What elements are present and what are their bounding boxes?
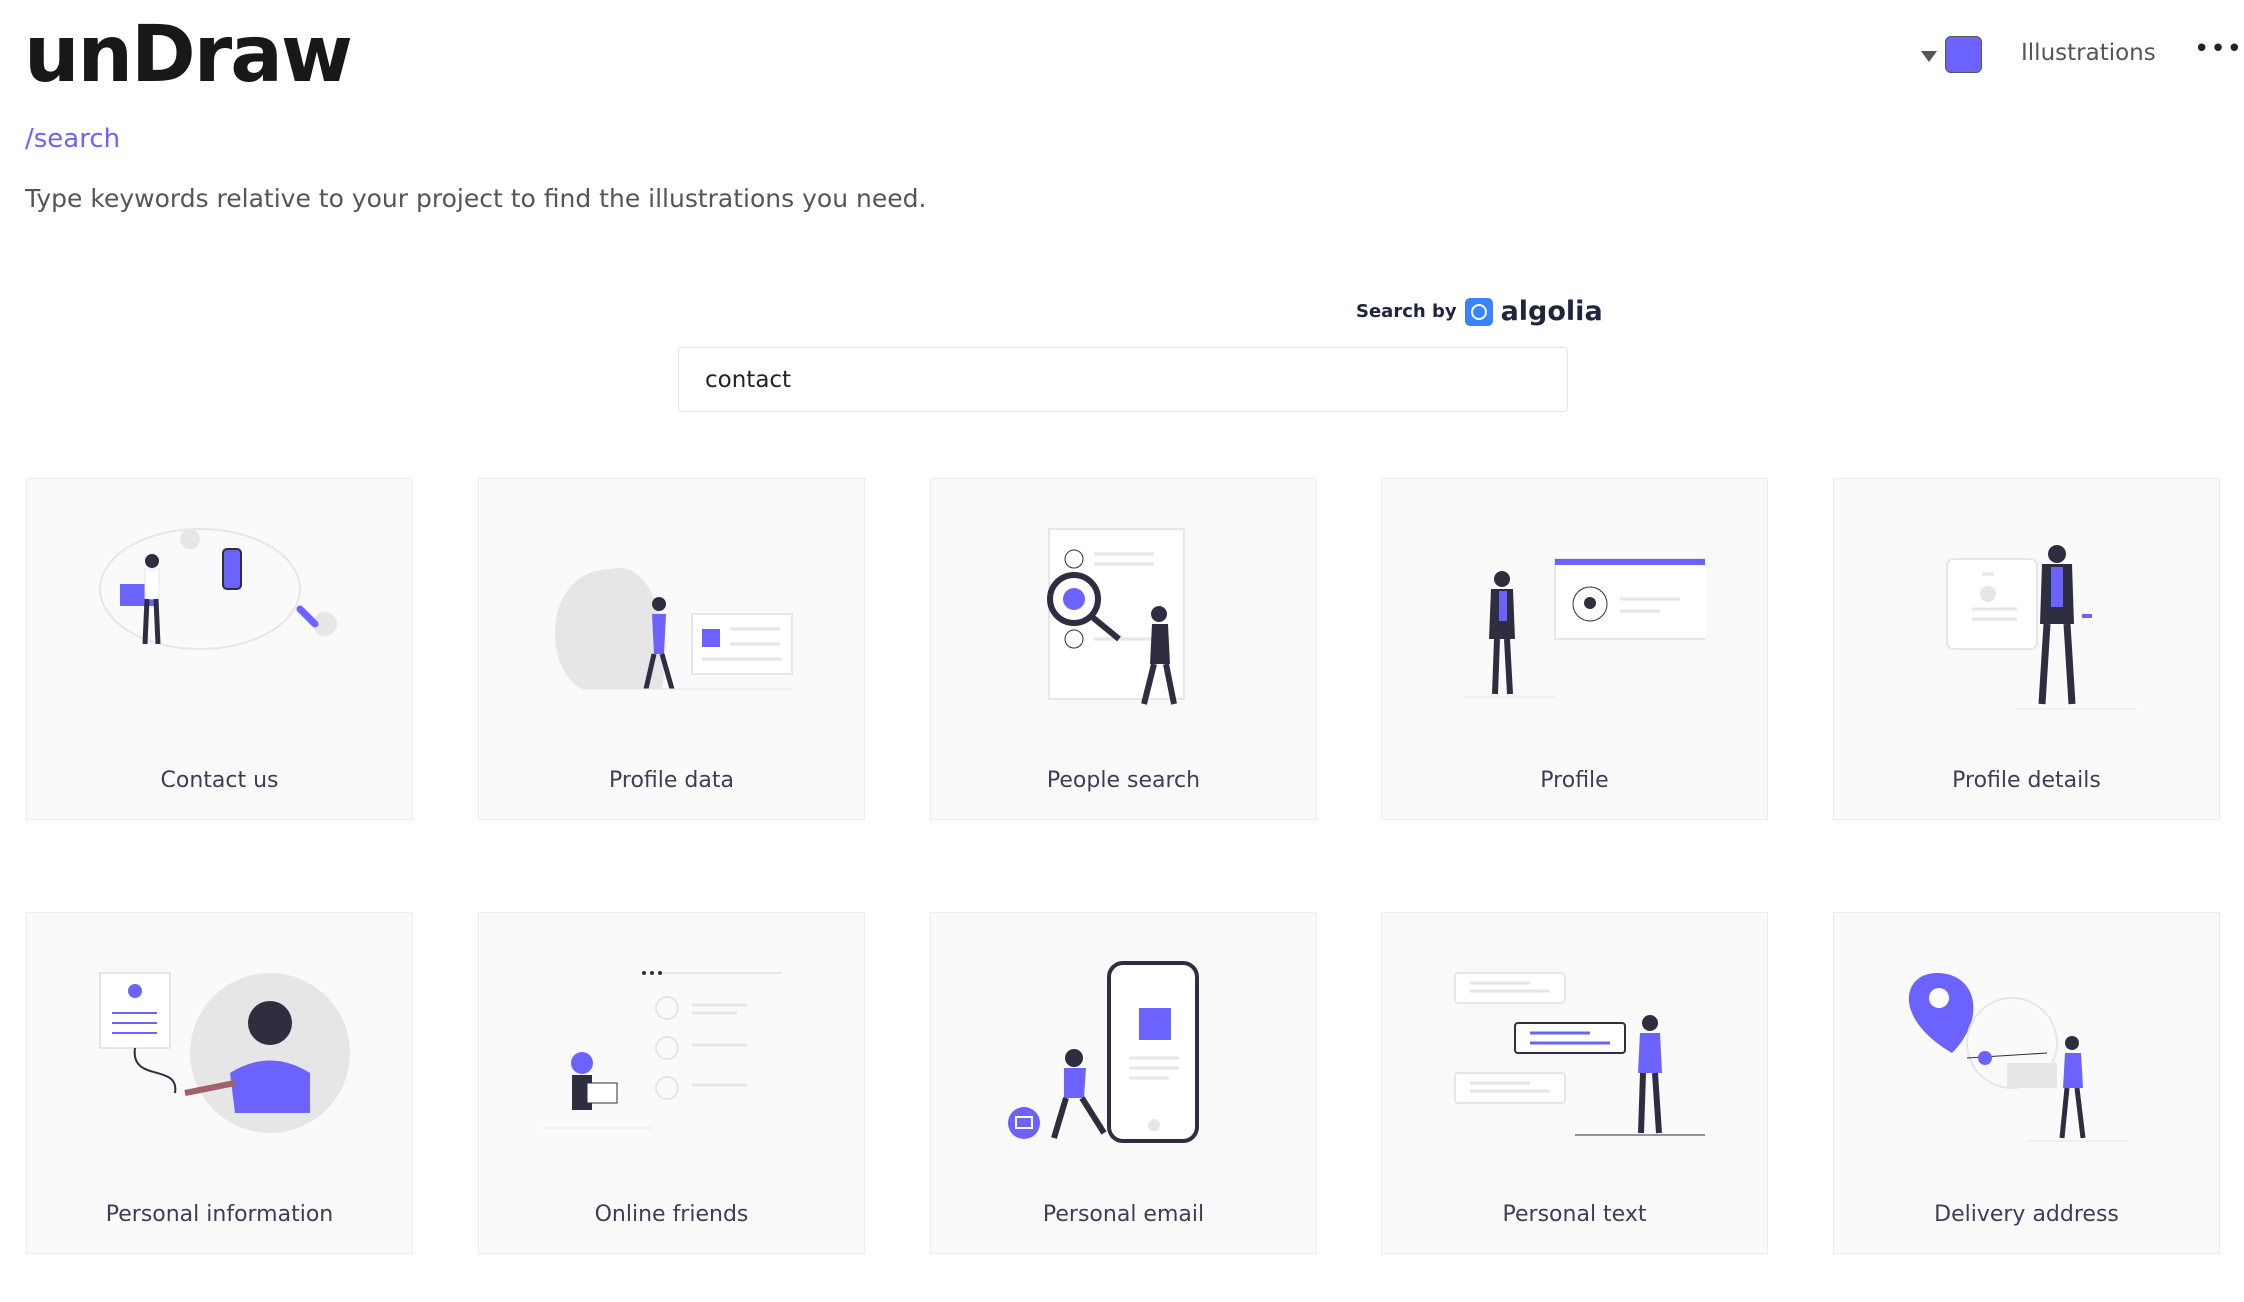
illustration-title: Delivery address xyxy=(1934,1202,2119,1227)
illustration-title: Profile data xyxy=(609,768,734,793)
illustration-card[interactable]: Delivery address xyxy=(1833,912,2220,1254)
illustration-image xyxy=(1946,545,2137,710)
illustration-image xyxy=(1008,961,1199,1143)
algolia-logo: algolia xyxy=(1500,296,1603,327)
illustration-card[interactable]: Profile details xyxy=(1833,478,2220,820)
illustration-card[interactable]: Profile data xyxy=(478,478,865,820)
illustration-image xyxy=(1454,972,1705,1136)
illustration-card[interactable]: Personal information xyxy=(26,912,413,1254)
illustration-title: Profile xyxy=(1540,768,1609,793)
illustration-image xyxy=(542,971,782,1129)
illustration-card[interactable]: Profile xyxy=(1381,478,1768,820)
illustration-image xyxy=(554,568,793,690)
illustration-title: Personal text xyxy=(1502,1202,1647,1227)
illustration-image xyxy=(99,972,350,1133)
search-input[interactable] xyxy=(678,347,1568,412)
caret-down-icon[interactable] xyxy=(1921,51,1937,62)
breadcrumb: /search xyxy=(25,124,121,154)
illustration-title: Online friends xyxy=(594,1202,749,1227)
illustration-title: Personal information xyxy=(105,1202,334,1227)
illustration-title: People search xyxy=(1046,768,1201,793)
illustration-image xyxy=(1047,528,1185,705)
logo[interactable]: unDraw xyxy=(24,10,353,100)
illustration-card[interactable]: People search xyxy=(930,478,1317,820)
illustration-title: Personal email xyxy=(1042,1202,1205,1227)
accent-color-picker[interactable] xyxy=(1945,36,1982,73)
page-description: Type keywords relative to your project t… xyxy=(25,184,927,213)
illustration-image xyxy=(1908,973,2127,1142)
illustration-image xyxy=(1465,558,1705,698)
illustration-title: Profile details xyxy=(1952,768,2101,793)
ellipsis-icon[interactable]: ••• xyxy=(2194,34,2243,64)
search-by-algolia[interactable]: Search by algolia xyxy=(1356,296,1603,327)
illustration-card[interactable]: Contact us xyxy=(26,478,413,820)
illustration-card[interactable]: Personal email xyxy=(930,912,1317,1254)
search-by-label: Search by xyxy=(1356,301,1457,322)
header-controls: Illustrations ••• xyxy=(1844,30,2244,80)
algolia-icon xyxy=(1464,297,1493,326)
illustration-title: Contact us xyxy=(160,768,279,793)
nav-illustrations[interactable]: Illustrations xyxy=(2021,40,2156,66)
illustration-image xyxy=(99,528,337,650)
illustration-card[interactable]: Personal text xyxy=(1381,912,1768,1254)
illustration-card[interactable]: Online friends xyxy=(478,912,865,1254)
